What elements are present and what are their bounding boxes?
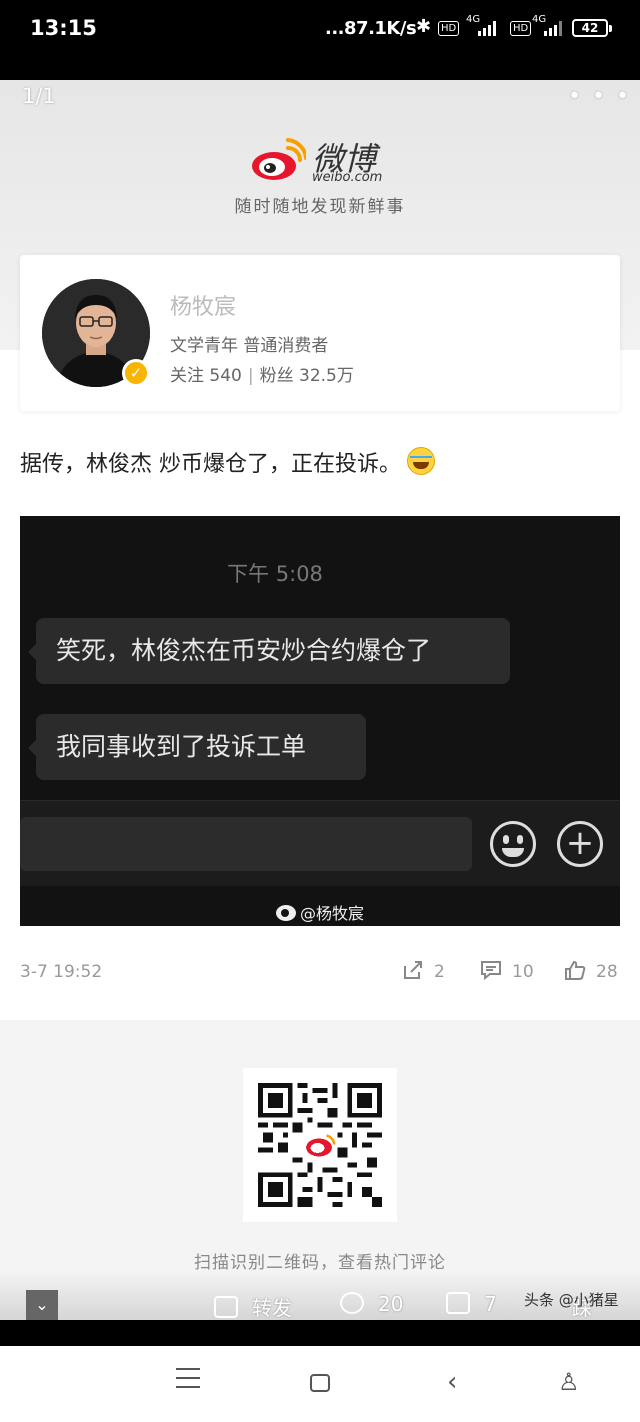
likes-button[interactable]: 7 — [446, 1292, 497, 1316]
like-icon — [565, 960, 586, 980]
likes-count: 7 — [484, 1292, 497, 1316]
qr-code[interactable] — [243, 1068, 397, 1222]
divider-bar — [0, 1320, 640, 1346]
post-content: 据传，林俊杰 炒币爆仓了，正在投诉。 — [20, 452, 401, 477]
watermark-text: @杨牧宸 — [299, 904, 364, 923]
profile-stats: 关注 540 | 粉丝 32.5万 — [170, 361, 354, 386]
like-count: 28 — [596, 962, 618, 982]
post-image[interactable]: 下午 5:08 笑死，林俊杰在币安炒合约爆仓了 我同事收到了投诉工单 + @杨牧… — [20, 516, 620, 926]
comment-icon — [481, 961, 501, 981]
signal-icon — [478, 20, 500, 36]
home-icon[interactable] — [310, 1374, 330, 1392]
battery-icon: 42 — [572, 19, 612, 37]
hd-badge-2: HD — [510, 21, 532, 36]
chat-bubble: 笑死，林俊杰在币安炒合约爆仓了 — [28, 618, 510, 684]
comments-button[interactable]: 20 — [340, 1292, 403, 1316]
comment-bubble-icon — [340, 1292, 364, 1314]
chat-input-field — [20, 817, 472, 871]
repost-label: 转发 — [252, 1296, 292, 1320]
laugh-cry-emoji-icon — [407, 447, 435, 475]
like-action[interactable]: 28 — [564, 960, 618, 982]
clock: 13:15 — [30, 16, 97, 40]
comments-count: 20 — [378, 1292, 404, 1316]
qr-code-image — [258, 1083, 382, 1207]
comment-count: 10 — [512, 962, 534, 982]
post-date: 3-7 19:52 — [20, 962, 103, 982]
profile-name[interactable]: 杨牧宸 — [170, 289, 236, 321]
menu-icon[interactable] — [176, 1368, 200, 1388]
weibo-small-icon — [275, 905, 296, 921]
bluetooth-icon: ✱ — [416, 16, 432, 37]
qr-tip: 扫描识别二维码，查看热门评论 — [194, 1253, 446, 1273]
slogan: 随时随地发现新鲜事 — [234, 197, 406, 217]
hd-badge: HD — [438, 21, 460, 36]
repost-action[interactable]: 2 — [402, 960, 445, 982]
collapse-button[interactable]: ⌄ — [26, 1290, 58, 1320]
share-icon — [404, 961, 422, 979]
page-indicator: 1/1 — [22, 84, 56, 108]
followers-label: 粉丝 — [259, 366, 294, 386]
back-icon[interactable]: ‹ — [447, 1369, 457, 1395]
chat-bubble: 我同事收到了投诉工单 — [28, 714, 366, 780]
logo-domain: weibo.com — [312, 170, 383, 185]
source-credit: 头条 @小猪星 — [524, 1291, 619, 1309]
weibo-eye-icon — [252, 138, 306, 180]
repost-button[interactable]: 转发 — [214, 1292, 292, 1321]
profile-card[interactable]: ✓ 杨牧宸 文学青年 普通消费者 关注 540 | 粉丝 32.5万 — [20, 255, 620, 411]
status-bar: 13:15 ...87.1K/s ✱ HD 4G HD 4G 42 — [0, 0, 640, 80]
emoji-icon — [490, 821, 536, 867]
plus-icon: + — [557, 821, 603, 867]
signal-icon-2 — [544, 20, 566, 36]
chat-time: 下午 5:08 — [227, 562, 323, 586]
repost-icon — [214, 1296, 238, 1318]
chat-input-bar: + — [20, 800, 620, 886]
stats-divider: | — [247, 366, 254, 386]
following-count: 540 — [209, 366, 242, 386]
followers-count: 32.5万 — [299, 366, 354, 386]
verified-badge-icon: ✓ — [122, 359, 150, 387]
more-menu-icon[interactable]: • • • — [568, 84, 631, 109]
repost-count: 2 — [434, 962, 445, 982]
post-text: 据传，林俊杰 炒币爆仓了，正在投诉。 — [20, 446, 435, 478]
accessibility-icon[interactable]: ♙ — [558, 1368, 580, 1396]
profile-description: 文学青年 普通消费者 — [170, 336, 329, 356]
following-label: 关注 — [170, 366, 204, 386]
thumbs-up-icon — [446, 1292, 470, 1314]
image-watermark: @杨牧宸 — [20, 900, 620, 924]
comment-action[interactable]: 10 — [480, 960, 534, 982]
weibo-logo: 微博 weibo.com — [250, 130, 400, 186]
network-speed: ...87.1K/s — [325, 18, 417, 39]
